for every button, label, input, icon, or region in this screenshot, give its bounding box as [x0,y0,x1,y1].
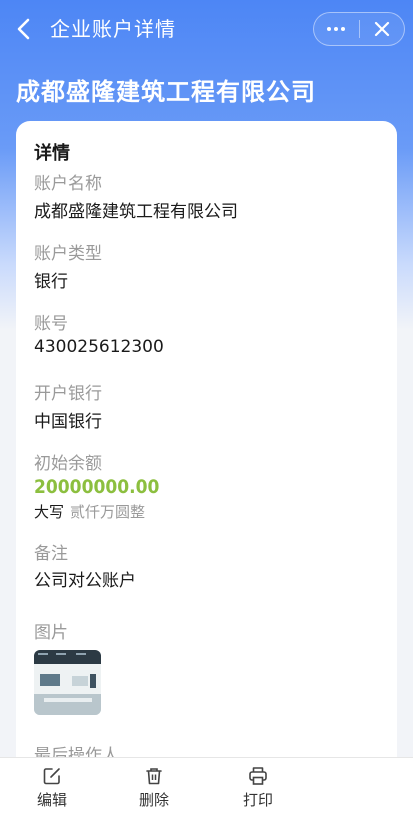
uppercase-value: 贰仟万圆整 [70,503,146,521]
bank-value: 中国银行 [34,412,102,432]
navigation-bar: 企业账户详情 [0,0,413,58]
uppercase-amount: 大写 贰仟万圆整 [34,501,145,522]
delete-button[interactable]: 删除 [128,765,180,813]
image-label: 图片 [34,623,68,643]
attachment-thumbnail[interactable] [34,650,101,715]
mini-program-capsule [313,12,405,46]
trash-icon [146,768,162,785]
more-button[interactable] [314,13,359,45]
edit-icon [43,768,60,785]
company-title: 成都盛隆建筑工程有限公司 [16,78,316,106]
print-button[interactable]: 打印 [232,765,284,813]
edit-button[interactable]: 编辑 [26,765,78,813]
delete-label: 删除 [138,791,169,809]
account-number-label: 账号 [34,314,68,334]
nav-title: 企业账户详情 [50,17,176,41]
remark-label: 备注 [34,544,68,564]
initial-balance-label: 初始余额 [34,454,102,474]
detail-card: 详情 账户名称 成都盛隆建筑工程有限公司 账户类型 银行 账号 43002561… [16,121,397,761]
remark-value: 公司对公账户 [34,571,136,591]
close-button[interactable] [359,13,404,45]
more-icon [327,27,346,31]
edit-label: 编辑 [36,791,67,809]
section-title: 详情 [34,143,70,164]
back-button[interactable] [12,16,36,42]
office-photo-image [34,650,101,715]
print-label: 打印 [242,791,273,809]
account-number-value: 430025612300 [34,337,164,357]
chevron-left-icon [17,18,30,40]
account-type-label: 账户类型 [34,244,102,264]
close-icon [374,21,389,37]
account-name-value: 成都盛隆建筑工程有限公司 [34,202,238,222]
bottom-action-bar: 编辑 删除 打印 [0,757,413,817]
account-type-value: 银行 [34,272,68,292]
initial-balance-value: 20000000.00 [34,476,160,498]
bank-label: 开户银行 [34,384,102,404]
account-name-label: 账户名称 [34,174,102,194]
printer-icon [249,767,267,785]
uppercase-tag: 大写 [34,503,65,521]
